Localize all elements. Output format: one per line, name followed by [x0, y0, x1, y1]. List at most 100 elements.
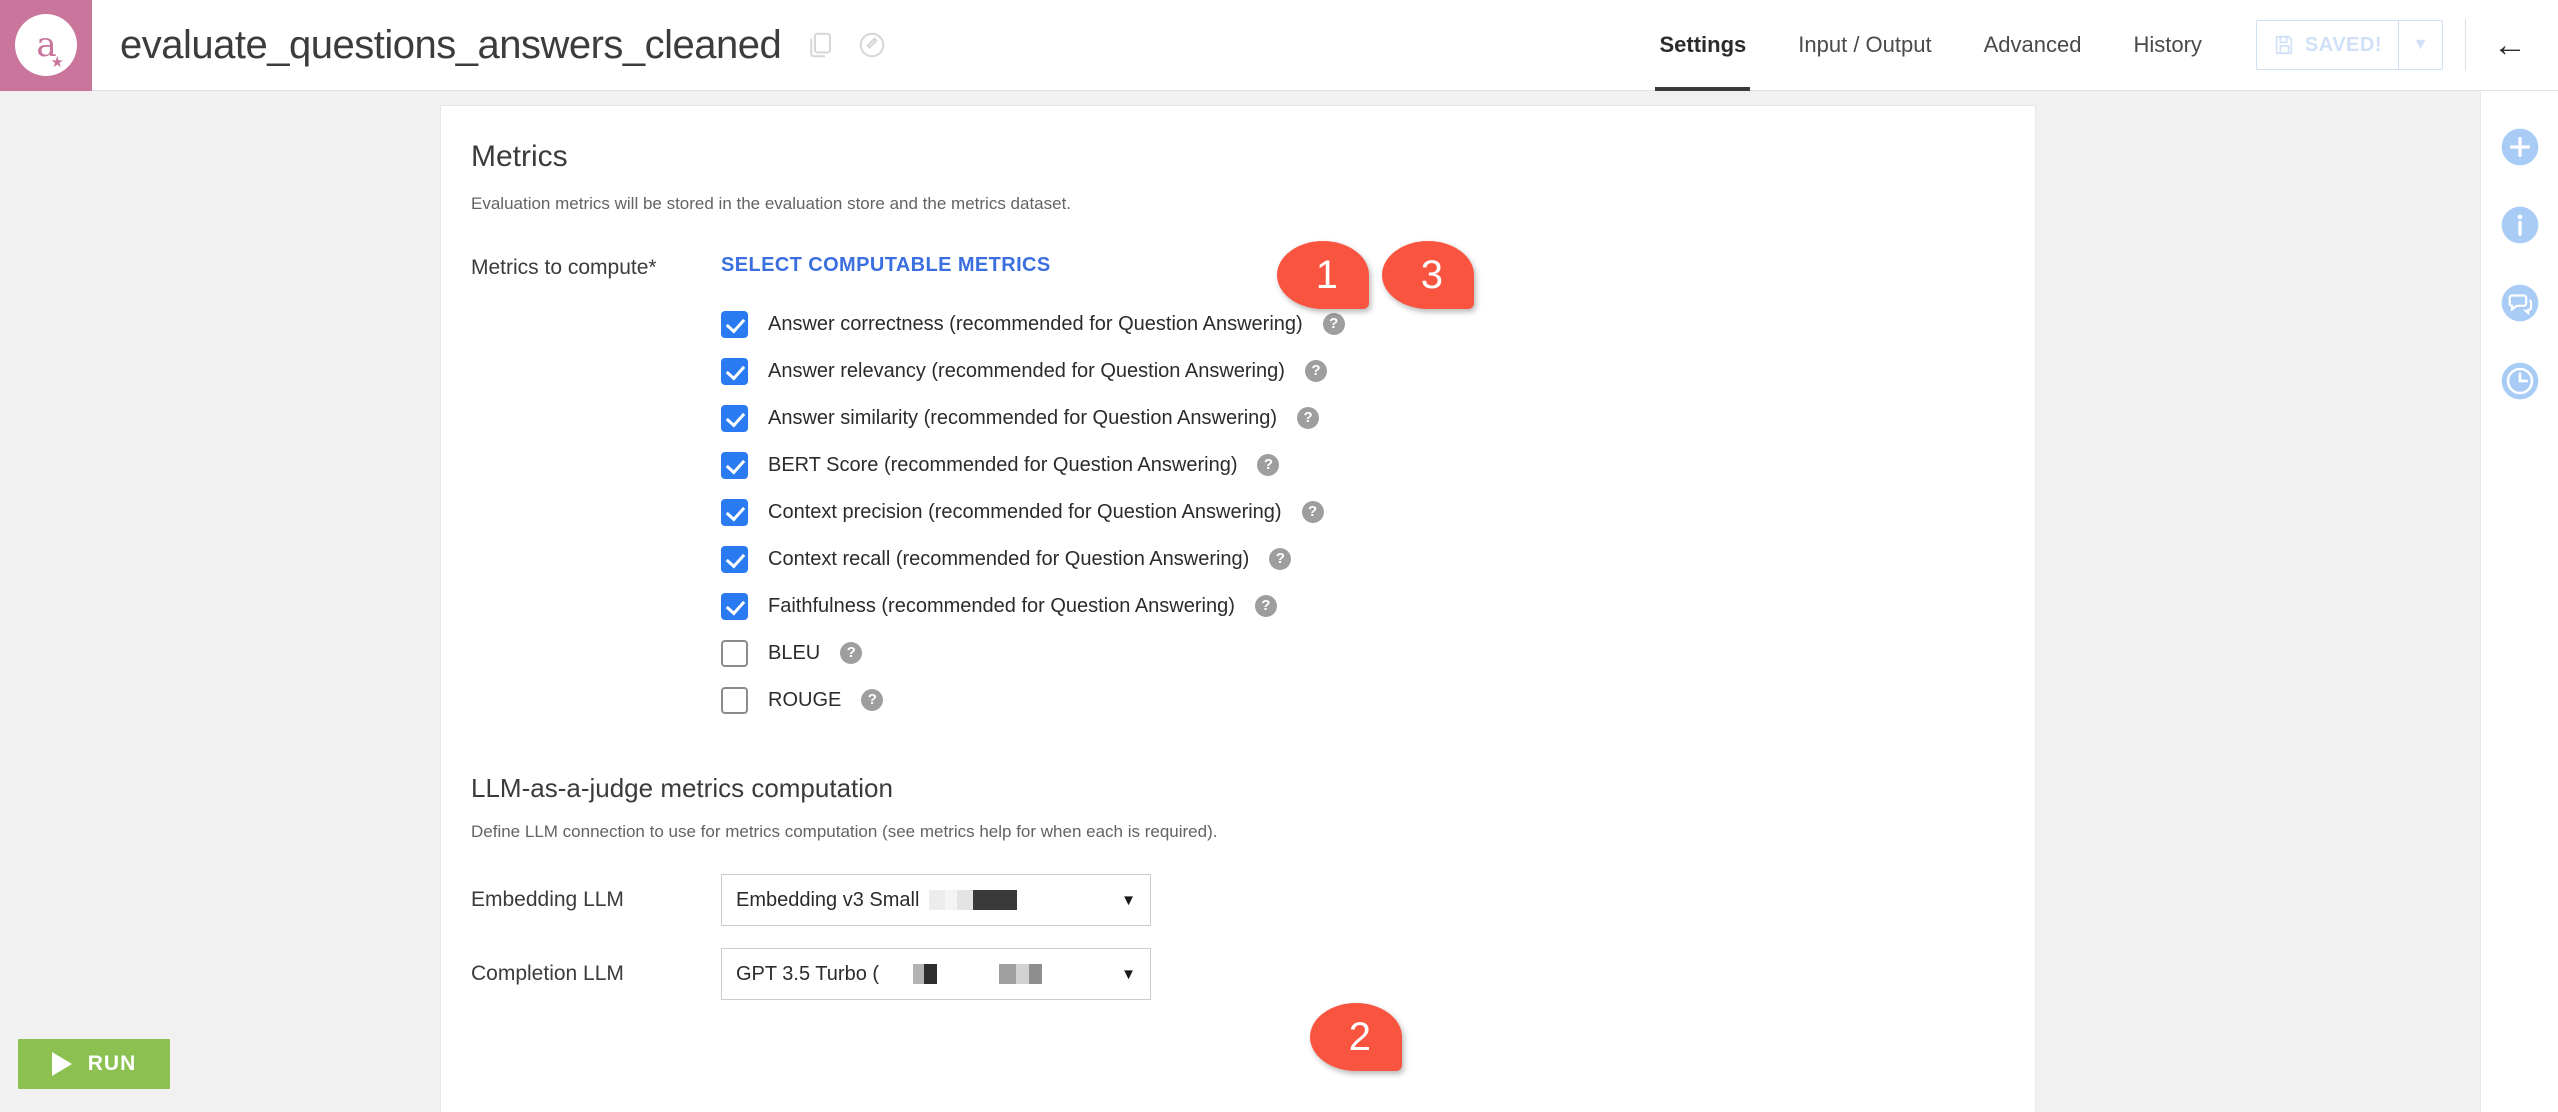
- info-icon[interactable]: [2500, 205, 2540, 245]
- back-arrow-button[interactable]: ←: [2488, 26, 2532, 65]
- logo-circle: a ★: [15, 14, 77, 76]
- metric-row-answer-similarity[interactable]: Answer similarity (recommended for Quest…: [721, 399, 2003, 437]
- help-icon-bleu[interactable]: ?: [840, 642, 863, 664]
- logo-star-icon: ★: [50, 54, 64, 71]
- compass-icon[interactable]: [857, 30, 887, 60]
- saved-button[interactable]: SAVED! ▼: [2255, 20, 2443, 70]
- metric-checkbox-bleu[interactable]: [721, 639, 748, 667]
- metric-row-rouge[interactable]: ROUGE ?: [721, 681, 2003, 719]
- tab-history[interactable]: History: [2107, 0, 2227, 91]
- annotation-blob-3: 3: [1382, 241, 1474, 309]
- embedding-llm-value: Embedding v3 Small: [736, 888, 920, 911]
- help-icon-answer-relevancy[interactable]: ?: [1304, 360, 1327, 382]
- metric-label-bert-score: BERT Score (recommended for Question Ans…: [768, 453, 1238, 476]
- floppy-save-icon: [2275, 35, 2293, 55]
- metric-checkbox-answer-correctness[interactable]: [721, 310, 748, 338]
- help-icon-faithfulness[interactable]: ?: [1254, 595, 1277, 617]
- embedding-llm-row: Embedding LLM Embedding v3 Small ▼: [471, 874, 2003, 926]
- saved-dropdown-caret[interactable]: ▼: [2398, 21, 2442, 69]
- tab-input-output[interactable]: Input / Output: [1772, 0, 1957, 91]
- help-icon-rouge[interactable]: ?: [861, 689, 884, 711]
- metrics-checkbox-list: Answer correctness (recommended for Ques…: [721, 305, 2003, 719]
- annotation-marker-2: 2: [1310, 1003, 1402, 1071]
- saved-button-label: SAVED!: [2304, 33, 2382, 56]
- run-button[interactable]: RUN: [18, 1039, 170, 1089]
- metric-checkbox-answer-similarity[interactable]: [721, 404, 748, 432]
- metric-label-bleu: BLEU: [768, 641, 821, 664]
- embedding-llm-label: Embedding LLM: [471, 888, 624, 911]
- metric-row-context-recall[interactable]: Context recall (recommended for Question…: [721, 540, 2003, 578]
- select-computable-metrics-button[interactable]: SELECT COMPUTABLE METRICS: [721, 254, 1051, 277]
- help-icon-answer-similarity[interactable]: ?: [1297, 407, 1320, 429]
- duplicate-icon[interactable]: [805, 30, 835, 60]
- metric-label-context-recall: Context recall (recommended for Question…: [768, 547, 1250, 570]
- annotation-marker-1: 1: [1277, 241, 1369, 309]
- metrics-to-compute-body: SELECT COMPUTABLE METRICS Answer correct…: [721, 254, 2003, 719]
- completion-llm-caret[interactable]: ▼: [1121, 966, 1136, 983]
- metric-label-answer-correctness: Answer correctness (recommended for Ques…: [768, 312, 1303, 335]
- embedding-llm-caret[interactable]: ▼: [1121, 892, 1136, 909]
- top-bar: a ★ evaluate_questions_answers_cleaned S…: [0, 0, 2558, 91]
- completion-llm-label: Completion LLM: [471, 962, 624, 985]
- metric-label-faithfulness: Faithfulness (recommended for Question A…: [768, 594, 1235, 617]
- title-icon-group: [805, 30, 887, 60]
- metric-row-bert-score[interactable]: BERT Score (recommended for Question Ans…: [721, 446, 2003, 484]
- metric-label-context-precision: Context precision (recommended for Quest…: [768, 500, 1282, 523]
- saved-button-main[interactable]: SAVED!: [2257, 21, 2398, 69]
- metrics-to-compute-row: Metrics to compute* SELECT COMPUTABLE ME…: [471, 254, 2003, 719]
- metrics-section-title: Metrics: [471, 140, 568, 173]
- metric-label-answer-similarity: Answer similarity (recommended for Quest…: [768, 406, 1278, 429]
- play-icon: [51, 1052, 72, 1076]
- metric-label-answer-relevancy: Answer relevancy (recommended for Questi…: [768, 359, 1285, 382]
- metric-row-answer-correctness[interactable]: Answer correctness (recommended for Ques…: [721, 305, 2003, 343]
- comments-icon[interactable]: [2500, 283, 2540, 323]
- metric-row-answer-relevancy[interactable]: Answer relevancy (recommended for Questi…: [721, 352, 2003, 390]
- metric-row-bleu[interactable]: BLEU ?: [721, 634, 2003, 672]
- annotation-number-3: 3: [1420, 253, 1444, 297]
- llm-judge-title: LLM-as-a-judge metrics computation: [471, 773, 893, 803]
- settings-card-inner: Metrics Evaluation metrics will be store…: [441, 140, 2035, 1000]
- history-clock-icon[interactable]: [2500, 361, 2540, 401]
- annotation-blob-2: 2: [1310, 1003, 1402, 1071]
- add-icon[interactable]: [2500, 127, 2540, 167]
- page-title: evaluate_questions_answers_cleaned: [120, 22, 782, 67]
- metric-label-rouge: ROUGE: [768, 688, 842, 711]
- metrics-section-description: Evaluation metrics will be stored in the…: [471, 194, 1072, 213]
- llm-judge-description: Define LLM connection to use for metrics…: [471, 822, 1218, 841]
- metric-row-faithfulness[interactable]: Faithfulness (recommended for Question A…: [721, 587, 2003, 625]
- metric-checkbox-bert-score[interactable]: [721, 451, 748, 479]
- annotation-number-2: 2: [1348, 1015, 1372, 1059]
- tab-advanced[interactable]: Advanced: [1958, 0, 2108, 91]
- embedding-llm-redacted-text: [929, 890, 1018, 910]
- metric-checkbox-faithfulness[interactable]: [721, 592, 748, 620]
- help-icon-answer-correctness[interactable]: ?: [1322, 313, 1345, 335]
- topbar-divider: [2465, 19, 2466, 71]
- app-root: a ★ evaluate_questions_answers_cleaned S…: [0, 0, 2558, 1112]
- help-icon-context-precision[interactable]: ?: [1301, 501, 1324, 523]
- metric-checkbox-rouge[interactable]: [721, 686, 748, 714]
- left-gutter: [0, 91, 440, 1112]
- tab-bar: Settings Input / Output Advanced History: [1633, 0, 2227, 91]
- annotation-number-1: 1: [1315, 253, 1339, 297]
- embedding-llm-select[interactable]: Embedding v3 Small ▼: [721, 874, 1151, 926]
- completion-llm-select[interactable]: GPT 3.5 Turbo ( ▼: [721, 948, 1151, 1000]
- tab-settings[interactable]: Settings: [1633, 0, 1772, 91]
- annotation-blob-1: 1: [1277, 241, 1369, 309]
- llm-judge-section: LLM-as-a-judge metrics computation Defin…: [471, 773, 2003, 1000]
- annotation-marker-3: 3: [1382, 241, 1474, 309]
- help-icon-bert-score[interactable]: ?: [1257, 454, 1280, 476]
- completion-llm-value: GPT 3.5 Turbo (: [736, 962, 880, 985]
- metric-checkbox-answer-relevancy[interactable]: [721, 357, 748, 385]
- app-logo[interactable]: a ★: [0, 0, 92, 91]
- completion-llm-redacted-text: [889, 964, 1043, 984]
- metric-checkbox-context-precision[interactable]: [721, 498, 748, 526]
- metric-checkbox-context-recall[interactable]: [721, 545, 748, 573]
- metrics-to-compute-label: Metrics to compute*: [471, 256, 657, 279]
- run-button-label: RUN: [87, 1052, 137, 1075]
- completion-llm-row: Completion LLM GPT 3.5 Turbo (▼: [471, 948, 2003, 1000]
- metric-row-context-precision[interactable]: Context precision (recommended for Quest…: [721, 493, 2003, 531]
- settings-card: Metrics Evaluation metrics will be store…: [440, 105, 2036, 1112]
- help-icon-context-recall[interactable]: ?: [1269, 548, 1292, 570]
- right-rail: [2480, 91, 2558, 1112]
- page-canvas: Metrics Evaluation metrics will be store…: [0, 91, 2480, 1112]
